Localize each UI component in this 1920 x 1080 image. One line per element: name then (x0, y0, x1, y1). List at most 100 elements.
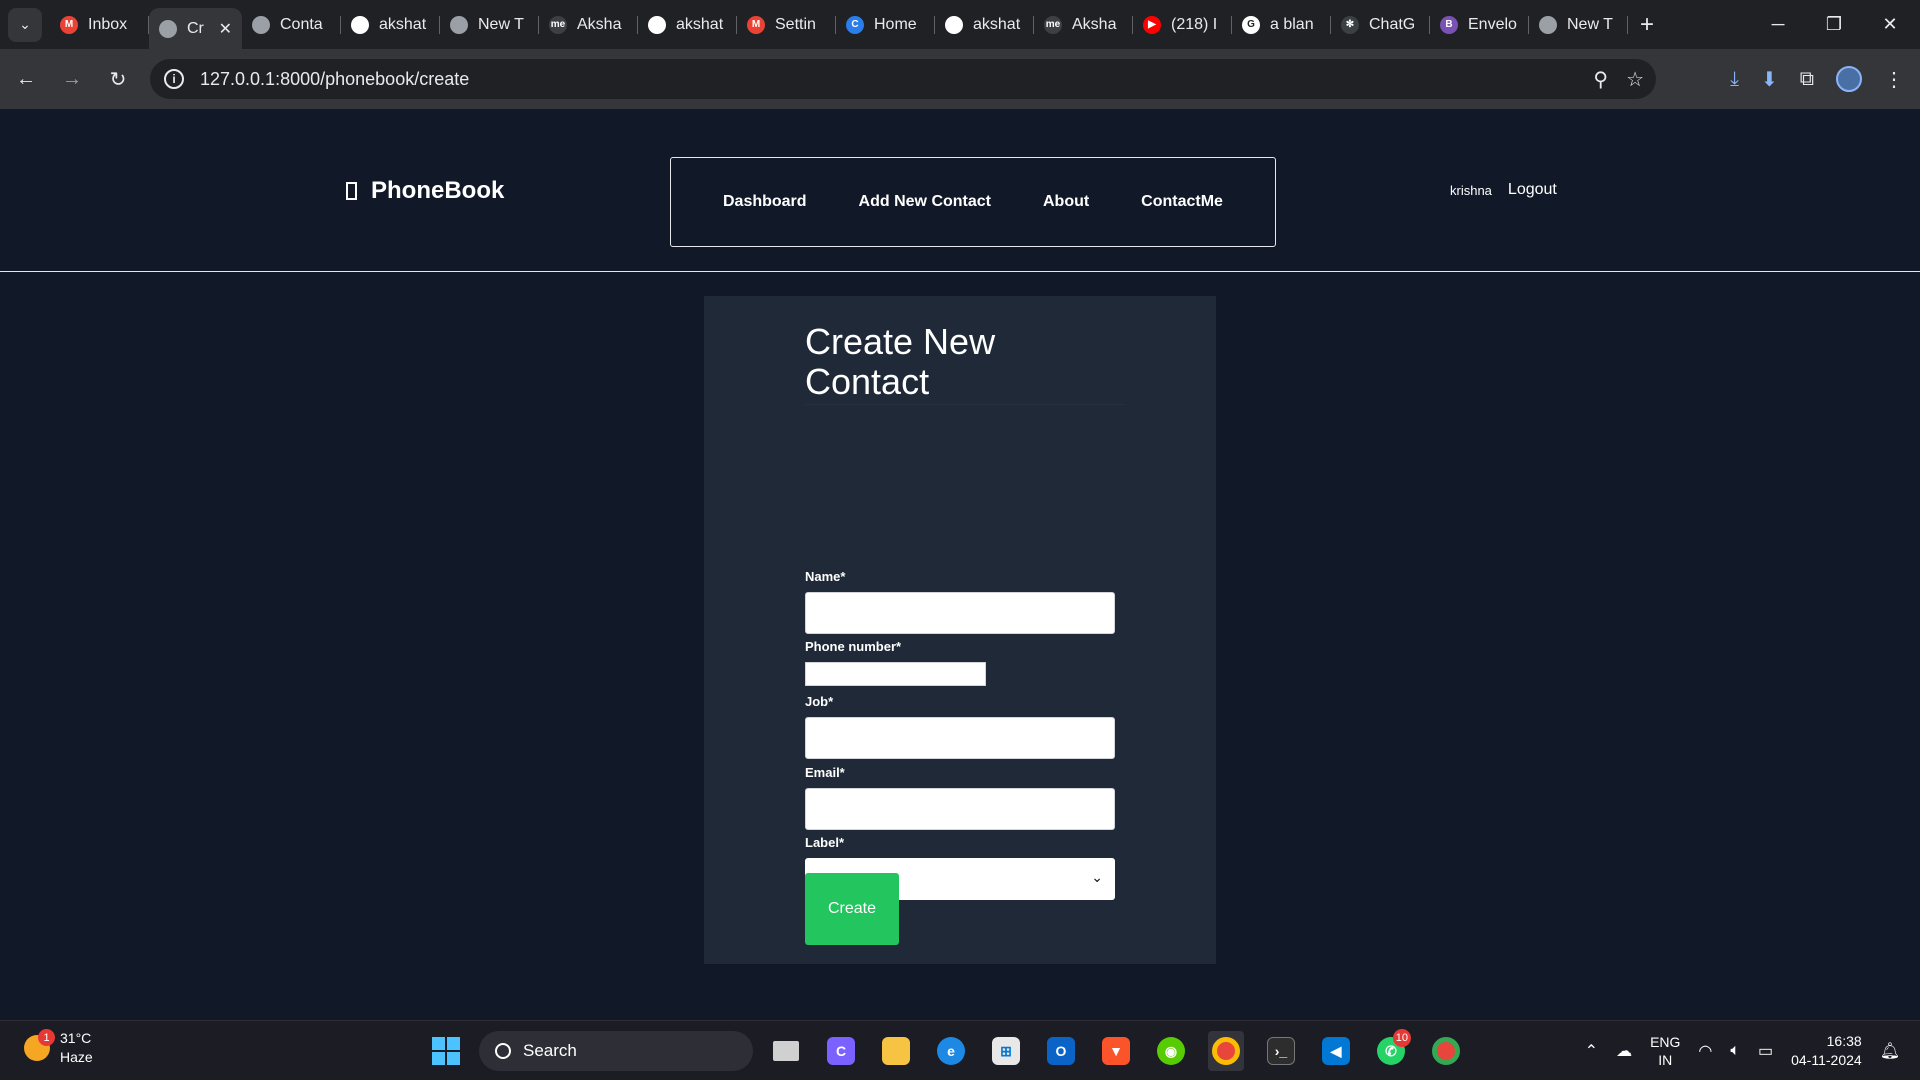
site-info-icon[interactable]: i (164, 69, 184, 89)
omnibox-actions: ⚲ ☆ (1593, 67, 1644, 92)
minimize-icon[interactable]: ─ (1750, 0, 1806, 49)
job-field[interactable] (805, 717, 1115, 759)
browser-tab[interactable]: Cr ✕ (149, 8, 242, 49)
volume-icon[interactable]: 🔈︎ (1730, 1042, 1740, 1060)
close-tab-icon[interactable]: ✕ (219, 19, 232, 39)
browser-tab[interactable]: B Envelo (1430, 0, 1529, 49)
chrome-icon (1539, 15, 1557, 34)
outlook-icon[interactable]: O (1043, 1031, 1079, 1071)
create-button[interactable]: Create (805, 873, 899, 945)
browser-tab[interactable]: akshat (638, 0, 737, 49)
profile-avatar[interactable] (1836, 66, 1862, 92)
browser-tab[interactable]: New T (440, 0, 539, 49)
terminal-icon[interactable]: ›_ (1263, 1031, 1299, 1071)
gmail-icon: M (60, 15, 78, 34)
create-contact-card: Create New Contact Name* Phone number* J… (704, 296, 1216, 964)
clock[interactable]: 16:38 04-11-2024 (1791, 1032, 1862, 1070)
email-field[interactable] (805, 788, 1115, 830)
weather-sun-icon: 1 (24, 1029, 55, 1061)
browser-tab[interactable]: New T (1529, 0, 1628, 49)
github-icon (351, 15, 369, 34)
back-icon[interactable]: ← (6, 59, 46, 99)
browser-tab[interactable]: ✻ ChatG (1331, 0, 1430, 49)
phone-label: Phone number* (805, 639, 902, 654)
tab-title: Conta (280, 15, 323, 33)
windows-taskbar: 1 31°C Haze Search C e ⊞ O ▼ ◉ ›_ ◀ ✆ 10 … (0, 1020, 1920, 1080)
task-view-icon[interactable] (768, 1031, 804, 1071)
wifi-icon[interactable]: ◠ (1698, 1041, 1712, 1061)
whatsapp-icon[interactable]: ✆ 10 (1373, 1029, 1411, 1071)
chatgpt-icon: ✻ (1341, 15, 1359, 34)
tab-title: Cr (187, 19, 204, 37)
browser-tab[interactable]: me Aksha (1034, 0, 1133, 49)
browser-tab[interactable]: Ga blan (1232, 0, 1331, 49)
weather-temp: 31°C (60, 1030, 92, 1046)
taskbar-search-label: Search (523, 1041, 577, 1060)
weather-badge: 1 (38, 1029, 55, 1046)
bookmark-star-icon[interactable]: ☆ (1626, 67, 1644, 92)
browser-tab[interactable]: M Inbox (50, 0, 149, 49)
url-text[interactable]: 127.0.0.1:8000/phonebook/create (200, 69, 469, 90)
address-bar[interactable]: i 127.0.0.1:8000/phonebook/create ⚲ ☆ (150, 59, 1656, 99)
tab-search-menu-button[interactable]: ⌄ (8, 7, 42, 42)
chrome-icon[interactable] (1208, 1031, 1244, 1071)
tab-title: Home (874, 15, 917, 33)
new-tab-button[interactable]: + (1640, 11, 1654, 39)
browser-toolbar: ← → ↻ i 127.0.0.1:8000/phonebook/create … (0, 49, 1920, 109)
microsoft-store-icon[interactable]: ⊞ (988, 1031, 1024, 1071)
download-extension-icon[interactable]: ⬇ (1761, 67, 1778, 92)
chevron-up-icon[interactable]: ⌃ (1585, 1041, 1598, 1061)
duolingo-icon[interactable]: ◉ (1153, 1031, 1189, 1071)
tab-title: ChatG (1369, 15, 1416, 33)
globe-icon (159, 19, 177, 38)
edge-icon[interactable]: e (933, 1031, 969, 1071)
nav-contactme[interactable]: ContactMe (1141, 193, 1223, 211)
file-explorer-icon[interactable] (878, 1031, 914, 1071)
windows-start-icon[interactable] (432, 1037, 460, 1065)
nav-add-new-contact[interactable]: Add New Contact (859, 193, 991, 211)
onedrive-icon[interactable]: ☁ (1616, 1041, 1632, 1061)
browser-tab[interactable]: ▶ (218) I (1133, 0, 1232, 49)
chevron-down-icon: ⌄ (1091, 869, 1103, 885)
menu-kebab-icon[interactable]: ⋮ (1884, 67, 1904, 92)
downloads-icon[interactable]: ⤓ (1730, 68, 1739, 91)
restore-icon[interactable]: ❐ (1806, 0, 1862, 49)
reload-icon[interactable]: ↻ (98, 59, 138, 99)
globe-icon (252, 15, 270, 34)
forward-icon[interactable]: → (52, 59, 92, 99)
tab-title: a blan (1270, 15, 1314, 33)
youtube-icon: ▶ (1143, 15, 1161, 34)
battery-icon[interactable]: ▭ (1758, 1041, 1773, 1061)
logout-link[interactable]: Logout (1508, 181, 1557, 199)
notification-bell-icon[interactable]: 🔔︎ (1880, 1041, 1900, 1061)
chrome-profile-icon[interactable] (1428, 1031, 1464, 1071)
vscode-icon[interactable]: ◀ (1318, 1031, 1354, 1071)
browser-tab[interactable]: akshat (935, 0, 1034, 49)
browser-tab[interactable]: C Home (836, 0, 935, 49)
nav-about[interactable]: About (1043, 193, 1089, 211)
github-icon (648, 15, 666, 34)
phone-icon (346, 182, 357, 200)
brand-link[interactable]: PhoneBook (346, 177, 504, 205)
browser-tab[interactable]: me Aksha (539, 0, 638, 49)
brand-name: PhoneBook (371, 177, 505, 204)
browser-tab[interactable]: akshat (341, 0, 440, 49)
brave-icon[interactable]: ▼ (1098, 1031, 1134, 1071)
gmail-icon: M (747, 15, 765, 34)
extensions-icon[interactable]: ⧉ (1800, 68, 1814, 91)
browser-tab[interactable]: Conta (242, 0, 341, 49)
search-icon (495, 1043, 511, 1059)
copilot-icon[interactable]: C (823, 1031, 859, 1071)
close-window-icon[interactable]: ✕ (1862, 0, 1918, 49)
name-field[interactable] (805, 592, 1115, 634)
taskbar-search[interactable]: Search (479, 1031, 753, 1071)
language-indicator[interactable]: ENG IN (1650, 1033, 1680, 1069)
phone-field[interactable] (805, 662, 986, 686)
medium-icon: me (549, 15, 567, 34)
weather-widget[interactable]: 1 31°C Haze (24, 1029, 93, 1067)
date: 04-11-2024 (1791, 1052, 1862, 1068)
tab-title: akshat (379, 15, 427, 33)
zoom-icon[interactable]: ⚲ (1593, 67, 1608, 92)
browser-tab[interactable]: M Settin (737, 0, 836, 49)
nav-dashboard[interactable]: Dashboard (723, 193, 807, 211)
